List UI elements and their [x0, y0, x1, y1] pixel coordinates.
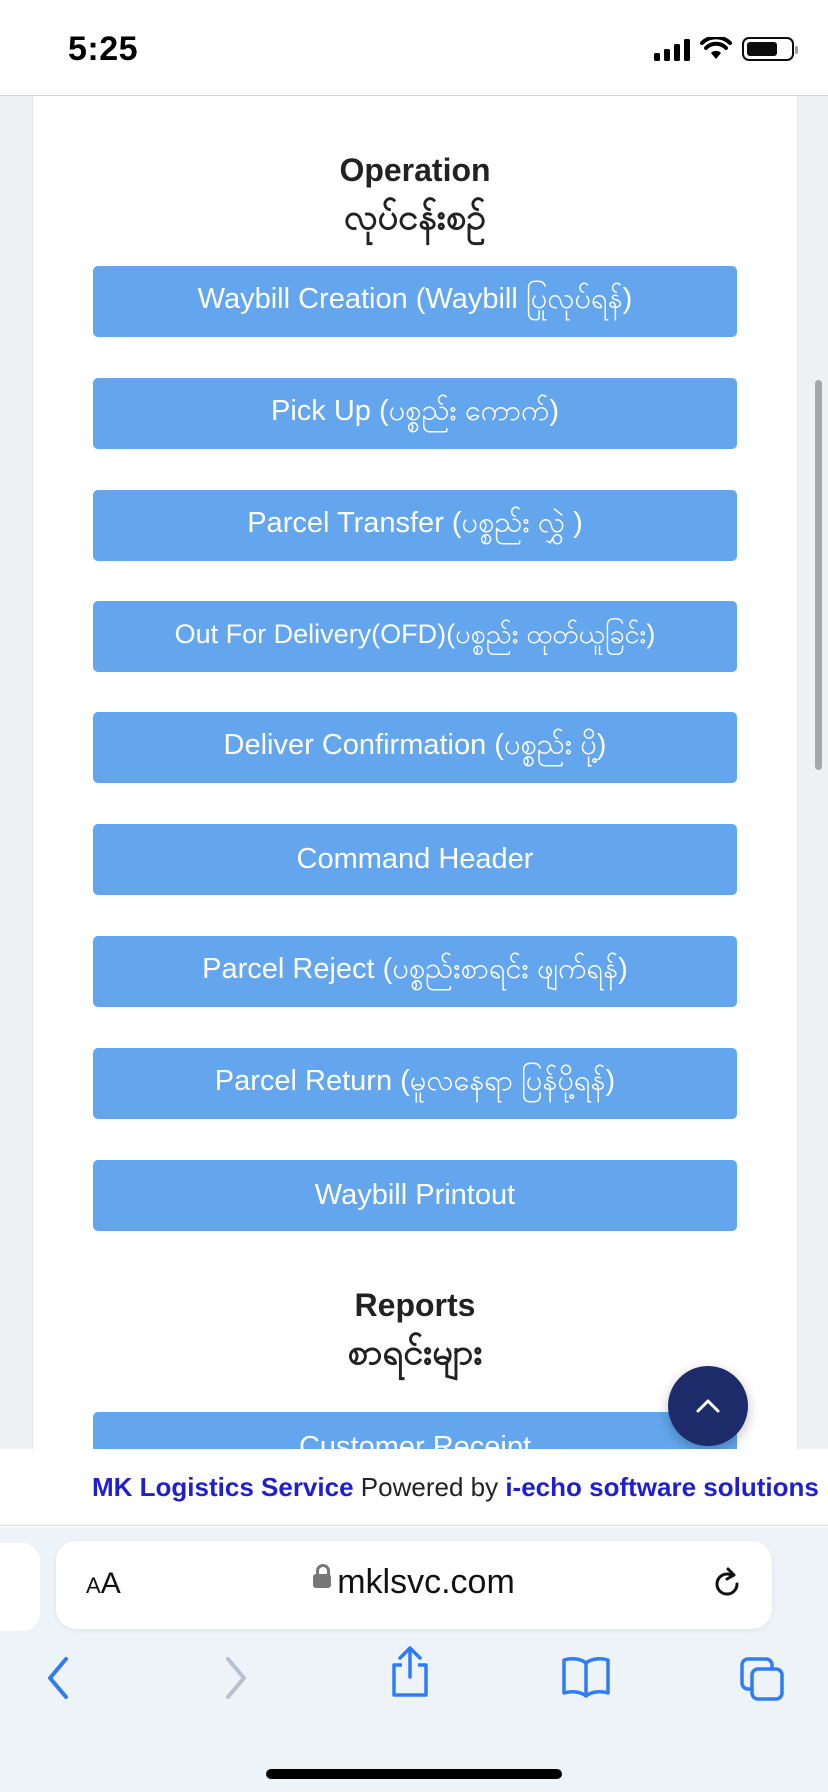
deliver-confirmation-button[interactable]: Deliver Confirmation (ပစ္စည်း ပို့) [93, 712, 737, 783]
reports-subtitle: စာရင်းများ [347, 1332, 483, 1373]
content-card: Operation လုပ်ငန်းစဉ် Waybill Creation (… [32, 96, 798, 1449]
parcel-reject-button[interactable]: Parcel Reject (ပစ္စည်းစာရင်း ဖျက်ရန်) [93, 936, 737, 1007]
waybill-printout-button[interactable]: Waybill Printout [93, 1160, 737, 1231]
operation-subtitle: လုပ်ငန်းစဉ် [343, 197, 487, 238]
reload-icon[interactable] [710, 1567, 744, 1601]
brand-link[interactable]: MK Logistics Service [92, 1472, 354, 1502]
footer-banner: MK Logistics Service Powered by i-echo s… [0, 1449, 828, 1526]
bookmarks-icon[interactable] [560, 1655, 612, 1699]
status-time: 5:25 [68, 30, 139, 68]
customer-receipt-button[interactable]: Customer Receipt [93, 1412, 737, 1449]
cellular-signal-icon [654, 37, 690, 61]
browser-toolbar: AA mklsvc.com [0, 1527, 828, 1792]
vertical-scrollbar[interactable] [815, 380, 822, 770]
chevron-up-icon [696, 1399, 720, 1413]
back-icon[interactable] [44, 1655, 72, 1701]
url-display[interactable]: mklsvc.com [56, 1563, 772, 1602]
command-header-button[interactable]: Command Header [93, 824, 737, 895]
previous-tab-preview[interactable] [0, 1543, 40, 1631]
wifi-icon [700, 37, 732, 59]
out-for-delivery-button[interactable]: Out For Delivery(OFD)(ပစ္စည်း ထုတ်ယူခြင်… [93, 601, 737, 672]
reports-title: Reports [354, 1287, 476, 1323]
parcel-return-button[interactable]: Parcel Return (မူလနေရာ ပြန်ပို့ရန်) [93, 1048, 737, 1119]
address-bar[interactable]: AA mklsvc.com [56, 1541, 772, 1629]
vendor-link[interactable]: i-echo software solutions [505, 1472, 819, 1502]
operation-title: Operation [339, 152, 491, 188]
tabs-icon[interactable] [738, 1655, 786, 1703]
forward-icon[interactable] [222, 1655, 250, 1701]
battery-icon [742, 37, 798, 61]
powered-by-text: Powered by [360, 1472, 499, 1502]
waybill-creation-button[interactable]: Waybill Creation (Waybill ပြုလုပ်ရန်) [93, 266, 737, 337]
scroll-to-top-button[interactable] [668, 1366, 748, 1446]
share-icon[interactable] [388, 1645, 432, 1699]
home-indicator [266, 1769, 562, 1779]
status-bar: 5:25 [0, 0, 828, 96]
url-text: mklsvc.com [337, 1563, 515, 1601]
web-content[interactable]: Operation လုပ်ငန်းစဉ် Waybill Creation (… [0, 96, 828, 1449]
pick-up-button[interactable]: Pick Up (ပစ္စည်း ကောက်) [93, 378, 737, 449]
lock-icon [313, 1564, 332, 1589]
parcel-transfer-button[interactable]: Parcel Transfer (ပစ္စည်း လွှဲ ) [93, 490, 737, 561]
status-icons [654, 36, 798, 62]
